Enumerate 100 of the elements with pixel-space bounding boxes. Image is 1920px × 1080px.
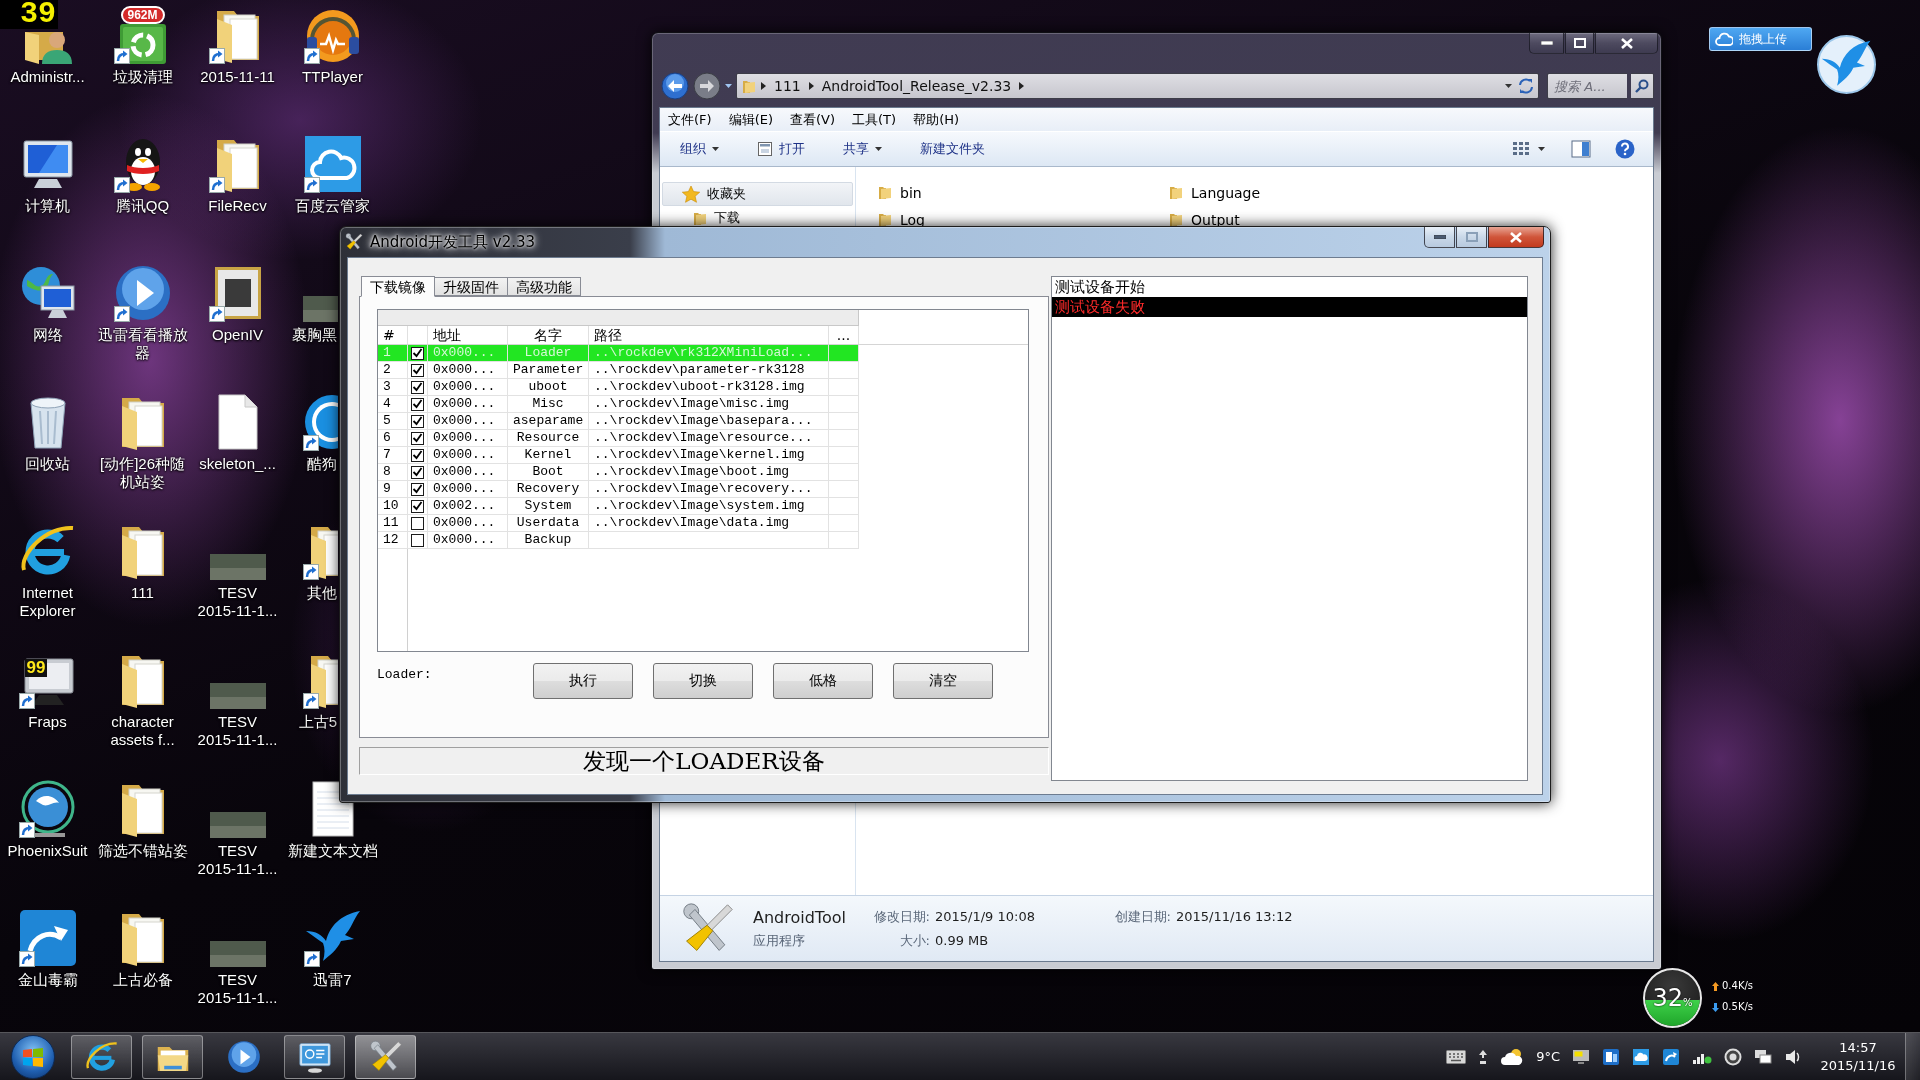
photo-thumbnail[interactable]: [209, 941, 266, 967]
checkbox[interactable]: [411, 448, 424, 462]
checkbox[interactable]: [411, 431, 424, 445]
table-row[interactable]: 6 0x000... Resource ..\rockdev\Image\resource...: [378, 430, 859, 447]
refresh-icon[interactable]: [1517, 78, 1535, 94]
checkbox[interactable]: [411, 516, 424, 530]
log-line[interactable]: 测试设备开始: [1052, 277, 1527, 297]
column-header[interactable]: ...: [829, 326, 859, 344]
toolbar-button[interactable]: 共享: [833, 135, 892, 163]
search-button[interactable]: [1631, 73, 1654, 99]
chevron-right-icon[interactable]: [761, 82, 766, 90]
table-row[interactable]: 2 0x000... Parameter ..\rockdev\parameter-rk3128: [378, 362, 859, 379]
table-row[interactable]: 5 0x000... aseparame ..\rockdev\Image\basepara...: [378, 413, 859, 430]
desktop-icon-label[interactable]: Fraps: [28, 713, 67, 731]
close-button[interactable]: [1595, 33, 1658, 54]
minimize-button[interactable]: [1424, 227, 1455, 248]
minimize-button[interactable]: [1529, 33, 1564, 54]
checkbox[interactable]: [411, 363, 424, 377]
desktop-icon-label[interactable]: FileRecv: [208, 197, 267, 215]
desktop-icon-label[interactable]: TESV 2015-11-1...: [190, 842, 285, 878]
taskbar-button[interactable]: [71, 1034, 132, 1079]
help-icon[interactable]: [1615, 139, 1635, 159]
column-header[interactable]: 名字: [508, 326, 589, 344]
photo-thumbnail[interactable]: [303, 296, 338, 322]
table-row[interactable]: 7 0x000... Kernel ..\rockdev\Image\kernel.img: [378, 447, 859, 464]
breadcrumb-item[interactable]: AndroidTool_Release_v2.33: [818, 77, 1015, 95]
desktop-icon-label[interactable]: 百度云管家: [295, 197, 370, 215]
toolbar-button[interactable]: 新建文件夹: [910, 135, 995, 163]
column-header[interactable]: #: [378, 326, 408, 344]
network-icon[interactable]: [1754, 1047, 1772, 1066]
taskbar-button[interactable]: [355, 1034, 416, 1079]
action-button[interactable]: 清空: [893, 663, 993, 699]
desktop-icon-label[interactable]: character assets f...: [95, 713, 190, 749]
desktop-icon-label[interactable]: skeleton_...: [199, 455, 276, 473]
checkbox[interactable]: [411, 499, 424, 513]
desktop-icon-label[interactable]: TESV 2015-11-1...: [190, 971, 285, 1007]
menu-item[interactable]: 查看(V): [782, 110, 844, 129]
maximize-button[interactable]: [1456, 227, 1487, 248]
clock-date[interactable]: 2015/11/16: [1820, 1056, 1896, 1075]
checkbox[interactable]: [411, 533, 424, 547]
cloud-icon[interactable]: [1632, 1047, 1650, 1066]
tab[interactable]: 高级功能: [507, 277, 581, 296]
ring-icon[interactable]: [1724, 1047, 1742, 1066]
keyboard-icon[interactable]: [1446, 1049, 1467, 1064]
taskbar-button[interactable]: [142, 1034, 203, 1079]
close-button[interactable]: [1488, 227, 1544, 248]
search-field[interactable]: 搜索 A...: [1547, 73, 1627, 99]
desktop-icon-label[interactable]: 上古5: [285, 713, 337, 731]
desktop-icon-label[interactable]: TESV 2015-11-1...: [190, 584, 285, 620]
bird-app-icon[interactable]: [1816, 35, 1877, 94]
globe-shortcut-icon[interactable]: [18, 780, 77, 838]
nav-item[interactable]: 收藏夹: [662, 182, 853, 206]
desktop-icon-label[interactable]: 2015-11-11: [200, 68, 275, 86]
desktop-icon-label[interactable]: 上古必备: [112, 971, 173, 989]
desktop-icon-label[interactable]: 网络: [32, 326, 63, 344]
desktop-icon-label[interactable]: 垃圾清理: [112, 68, 173, 86]
tab[interactable]: 下载镜像: [361, 276, 435, 297]
cloud-app-shortcut-icon[interactable]: [303, 135, 362, 193]
menu-item[interactable]: 工具(T): [844, 110, 905, 129]
desktop-icon-label[interactable]: 迅雷7: [313, 971, 352, 989]
desktop-icon-label[interactable]: 金山毒霸: [17, 971, 78, 989]
column-header[interactable]: 地址: [428, 326, 508, 344]
checkbox[interactable]: [411, 380, 424, 394]
weather-icon[interactable]: [1500, 1047, 1525, 1066]
desktop-icon-label[interactable]: 筛选不错站姿: [97, 842, 188, 860]
table-row[interactable]: 8 0x000... Boot ..\rockdev\Image\boot.img: [378, 464, 859, 481]
app-tile-icon[interactable]: [1602, 1047, 1620, 1066]
bird-shortcut-icon[interactable]: [303, 909, 362, 967]
photo-thumbnail[interactable]: [209, 683, 266, 709]
photo-thumbnail[interactable]: [209, 554, 266, 580]
table-row[interactable]: 11 0x000... Userdata ..\rockdev\Image\data.img: [378, 515, 859, 532]
checkbox[interactable]: [411, 397, 424, 411]
desktop-icon-label[interactable]: PhoenixSuit: [7, 842, 88, 860]
desktop-icon-label[interactable]: [动作]26种随机站姿: [95, 455, 190, 491]
file-item[interactable]: bin: [878, 182, 922, 203]
table-row[interactable]: 3 0x000... uboot ..\rockdev\uboot-rk3128.img: [378, 379, 859, 396]
checkbox[interactable]: [411, 482, 424, 496]
clock-time[interactable]: 14:57: [1839, 1038, 1877, 1057]
temperature-text[interactable]: 9°C: [1536, 1049, 1560, 1064]
desktop-icon-label[interactable]: 腾讯QQ: [115, 197, 170, 215]
toolbar-button[interactable]: 组织: [670, 135, 729, 163]
chevron-right-icon[interactable]: [1019, 82, 1025, 90]
speaker-icon[interactable]: [1784, 1047, 1802, 1066]
menu-item[interactable]: 文件(F): [660, 110, 720, 129]
view-grid-icon[interactable]: [1512, 141, 1530, 157]
start-button[interactable]: [11, 1034, 55, 1079]
menu-item[interactable]: 帮助(H): [905, 110, 968, 129]
table-row[interactable]: 10 0x002... System ..\rockdev\Image\system.img: [378, 498, 859, 515]
desktop-icon-label[interactable]: 新建文本文档: [287, 842, 378, 860]
arrow-tile-shortcut-icon[interactable]: [18, 909, 77, 967]
desktop-icon-label[interactable]: 裹胸黑: [285, 326, 337, 344]
desktop-icon-label[interactable]: 酷狗: [285, 455, 337, 473]
photo-thumbnail[interactable]: [209, 812, 266, 838]
input-arrow-icon[interactable]: [1478, 1048, 1489, 1065]
table-row[interactable]: 4 0x000... Misc ..\rockdev\Image\misc.img: [378, 396, 859, 413]
desktop-icon-label[interactable]: TESV 2015-11-1...: [190, 713, 285, 749]
address-bar[interactable]: 111 AndroidTool_Release_v2.33: [736, 73, 1539, 99]
checkbox[interactable]: [411, 465, 424, 479]
preview-pane-icon[interactable]: [1571, 140, 1591, 158]
show-desktop-button[interactable]: [1905, 1033, 1920, 1080]
